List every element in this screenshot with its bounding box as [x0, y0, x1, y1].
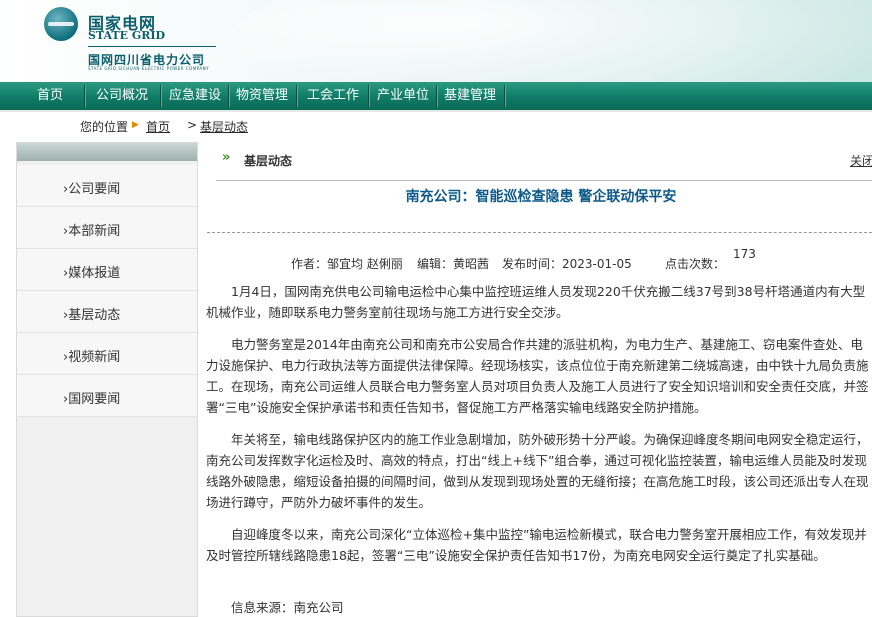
sidebar-item-company-news[interactable]: ›公司要闻: [17, 165, 197, 207]
breadcrumb-home-link[interactable]: 首页: [146, 118, 170, 135]
nav-item-union[interactable]: 工会工作: [298, 82, 368, 110]
state-grid-logo-icon: [44, 7, 78, 41]
nav-item-home[interactable]: 首页: [18, 82, 82, 110]
sidebar-item-state-grid-news[interactable]: ›国网要闻: [17, 375, 197, 417]
nav-item-emergency[interactable]: 应急建设: [162, 82, 228, 110]
article-publish-time: 发布时间：2023-01-05: [502, 257, 632, 271]
breadcrumb-current-link[interactable]: 基层动态: [200, 118, 248, 135]
sidebar-item-label: ›基层动态: [63, 308, 121, 323]
close-link[interactable]: 关闭: [850, 152, 872, 169]
brand-name-en: STATE GRID: [88, 29, 166, 42]
sidebar-item-video-news[interactable]: ›视频新闻: [17, 333, 197, 375]
nav-item-industry[interactable]: 产业单位: [370, 82, 436, 110]
site-header: 国家电网 STATE GRID 国网四川省电力公司 STATE GRID SIC…: [0, 0, 872, 82]
breadcrumb: 您的位置 ▶ 首页 > 基层动态: [0, 112, 872, 138]
article-title: 南充公司：智能巡检查隐患 警企联动保平安: [405, 189, 677, 205]
section-title: 基层动态: [244, 154, 293, 168]
article-source: 信息来源：南充公司: [231, 600, 344, 615]
header-decoration: [230, 0, 872, 82]
divider: [207, 232, 872, 233]
sidebar-item-label: ›媒体报道: [63, 266, 121, 281]
sidebar-item-label: ›本部新闻: [63, 224, 121, 239]
sidebar: ›公司要闻 ›本部新闻 ›媒体报道 ›基层动态 ›视频新闻 ›国网要闻: [16, 142, 198, 617]
sidebar-item-label: ›国网要闻: [63, 392, 121, 407]
article-author: 作者：邹宜均 赵俐丽: [291, 257, 403, 271]
logo-divider: [88, 46, 216, 47]
article-paragraph: 电力警务室是2014年由南充公司和南充市公安局合作共建的派驻机构，为电力生产、基…: [206, 337, 869, 415]
article-paragraph: 自迎峰度冬以来，南充公司深化“立体巡检+集中监控”输电运检新模式，联合电力警务室…: [206, 527, 867, 563]
nav-item-company-overview[interactable]: 公司概况: [86, 82, 158, 110]
article-editor: 编辑：黄昭茜: [417, 257, 490, 271]
breadcrumb-separator: >: [187, 118, 198, 132]
company-name-en: STATE GRID SICHUAN ELECTRIC POWER COMPAN…: [88, 66, 210, 71]
main-nav: 首页 公司概况 应急建设 物资管理 工会工作 产业单位 基建管理: [0, 82, 872, 112]
article-paragraph: 1月4日，国网南充供电公司输电运检中心集中监控班运维人员发现220千伏充搬二线3…: [206, 284, 866, 320]
nav-item-infrastructure[interactable]: 基建管理: [438, 82, 502, 110]
article-body: 1月4日，国网南充供电公司输电运检中心集中监控班运维人员发现220千伏充搬二线3…: [206, 281, 870, 577]
sidebar-item-media-reports[interactable]: ›媒体报道: [17, 249, 197, 291]
sidebar-header: [17, 143, 197, 161]
breadcrumb-arrow-icon: ▶: [132, 120, 139, 130]
sidebar-item-grassroots[interactable]: ›基层动态: [17, 291, 197, 333]
breadcrumb-label: 您的位置: [80, 120, 129, 134]
double-chevron-icon: »: [222, 150, 231, 165]
sidebar-item-label: ›视频新闻: [63, 350, 121, 365]
nav-item-materials[interactable]: 物资管理: [230, 82, 294, 110]
hits-label: 点击次数：: [665, 257, 726, 271]
nav-separator: [504, 85, 506, 107]
sidebar-item-hq-news[interactable]: ›本部新闻: [17, 207, 197, 249]
sidebar-item-label: ›公司要闻: [63, 182, 121, 197]
section-header: » 基层动态 关闭: [216, 142, 872, 181]
article-paragraph: 年关将至，输电线路保护区内的施工作业急剧增加，防外破形势十分严峻。为确保迎峰度冬…: [206, 432, 869, 510]
hits-count: 173: [733, 247, 756, 261]
